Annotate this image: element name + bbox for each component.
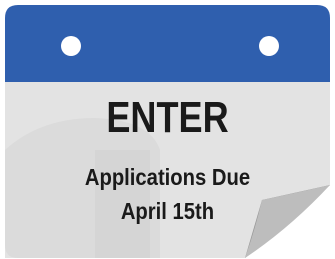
calendar-header bbox=[5, 5, 330, 82]
due-date-text: April 15th bbox=[120, 198, 215, 224]
calendar-graphic: ENTER Applications Due April 15th bbox=[0, 0, 335, 259]
applications-due-text: Applications Due bbox=[84, 164, 251, 190]
binder-ring-icon bbox=[61, 36, 81, 56]
enter-headline: ENTER bbox=[106, 93, 229, 142]
binder-ring-icon bbox=[259, 36, 279, 56]
